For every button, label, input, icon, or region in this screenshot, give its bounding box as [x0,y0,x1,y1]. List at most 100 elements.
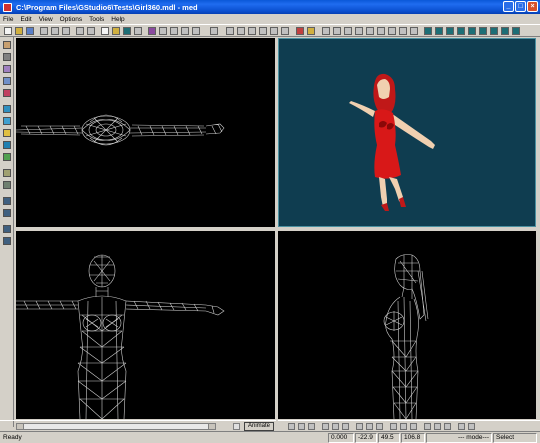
mode-smooth-icon[interactable] [134,27,142,35]
view-tool-9-icon[interactable] [376,423,383,430]
anim-play-icon[interactable] [446,27,454,35]
pan-icon[interactable] [366,27,374,35]
mirror-icon[interactable] [259,27,267,35]
tool-8-icon[interactable] [3,129,11,137]
select-object-icon[interactable] [170,27,178,35]
view-tool-6-icon[interactable] [342,423,349,430]
view-tool-2-icon[interactable] [298,423,305,430]
anim-key-icon[interactable] [501,27,509,35]
close-button[interactable]: × [527,1,538,12]
menu-help[interactable]: Help [111,16,124,23]
magnet-icon[interactable] [410,27,418,35]
fit-view-icon[interactable] [388,27,396,35]
view-tool-8-icon[interactable] [366,423,373,430]
anim-prev-icon[interactable] [435,27,443,35]
horizontal-splitter[interactable] [14,227,540,231]
tool-4-icon[interactable] [3,77,11,85]
viewport-side[interactable] [278,231,536,419]
menu-edit[interactable]: Edit [20,16,31,23]
save-icon[interactable] [26,27,34,35]
mode-texture-icon[interactable] [123,27,131,35]
anim-first-icon[interactable] [424,27,432,35]
copy-icon[interactable] [51,27,59,35]
new-file-icon[interactable] [4,27,12,35]
coord-field-1: 0.000 [328,433,354,443]
zoom-region-icon[interactable] [355,27,363,35]
view-tool-13-icon[interactable] [424,423,431,430]
view-tool-3-icon[interactable] [308,423,315,430]
tool-7-icon[interactable] [3,117,11,125]
tool-14-icon[interactable] [3,209,11,217]
anim-last-icon[interactable] [479,27,487,35]
view-tool-12-icon[interactable] [410,423,417,430]
frame-button[interactable] [233,423,240,430]
zoom-out-icon[interactable] [344,27,352,35]
grid-icon[interactable] [399,27,407,35]
menu-tools[interactable]: Tools [89,16,104,23]
tool-15-icon[interactable] [3,225,11,233]
view-tool-4-icon[interactable] [322,423,329,430]
view-tool-5-icon[interactable] [332,423,339,430]
view-tool-7-icon[interactable] [356,423,363,430]
pivot-icon[interactable] [281,27,289,35]
scale-icon[interactable] [248,27,256,35]
maximize-button[interactable]: □ [515,1,526,12]
menu-file[interactable]: File [3,16,13,23]
menu-options[interactable]: Options [60,16,82,23]
tool-9-icon[interactable] [3,141,11,149]
tool-2-icon[interactable] [3,53,11,61]
light-icon[interactable] [307,27,315,35]
timeline-scrollbar[interactable] [16,423,216,430]
view-tool-11-icon[interactable] [400,423,407,430]
viewport-front[interactable] [16,231,275,419]
app-icon[interactable] [3,2,12,12]
camera-icon[interactable] [210,27,218,35]
viewport-top[interactable] [16,38,275,227]
tool-3-icon[interactable] [3,65,11,73]
tool-12-icon[interactable] [3,181,11,189]
mode-flat-icon[interactable] [112,27,120,35]
select-vertex-icon[interactable] [148,27,156,35]
view-tool-14-icon[interactable] [434,423,441,430]
minimize-button[interactable]: _ [503,1,514,12]
anim-settings-icon[interactable] [512,27,520,35]
view-tool-1-icon[interactable] [288,423,295,430]
open-file-icon[interactable] [15,27,23,35]
view-tool-15-icon[interactable] [444,423,451,430]
view-tools-bar [278,420,540,431]
tool-5-icon[interactable] [3,89,11,97]
menu-view[interactable]: View [39,16,53,23]
scroll-left-arrow[interactable] [17,424,24,429]
anim-stop-icon[interactable] [457,27,465,35]
rotate-icon[interactable] [237,27,245,35]
tool-1-icon[interactable] [3,41,11,49]
view-tool-17-icon[interactable] [468,423,475,430]
undo-icon[interactable] [76,27,84,35]
scroll-right-arrow[interactable] [208,424,215,429]
select-all-icon[interactable] [181,27,189,35]
select-box-icon[interactable] [192,27,200,35]
tool-16-icon[interactable] [3,237,11,245]
view-tool-10-icon[interactable] [390,423,397,430]
animate-button[interactable]: Animate [244,422,274,431]
orbit-icon[interactable] [377,27,385,35]
mode-wire-icon[interactable] [101,27,109,35]
anim-loop-icon[interactable] [490,27,498,35]
zoom-extents-icon[interactable] [322,27,330,35]
redo-icon[interactable] [87,27,95,35]
view-tool-16-icon[interactable] [458,423,465,430]
select-face-icon[interactable] [159,27,167,35]
anim-next-icon[interactable] [468,27,476,35]
tool-11-icon[interactable] [3,169,11,177]
tool-13-icon[interactable] [3,197,11,205]
viewport-perspective[interactable] [278,38,536,227]
tool-6-icon[interactable] [3,105,11,113]
side-view-wireframe [383,254,429,419]
material-icon[interactable] [296,27,304,35]
align-icon[interactable] [270,27,278,35]
move-icon[interactable] [226,27,234,35]
zoom-in-icon[interactable] [333,27,341,35]
cut-icon[interactable] [40,27,48,35]
paste-icon[interactable] [62,27,70,35]
tool-10-icon[interactable] [3,153,11,161]
